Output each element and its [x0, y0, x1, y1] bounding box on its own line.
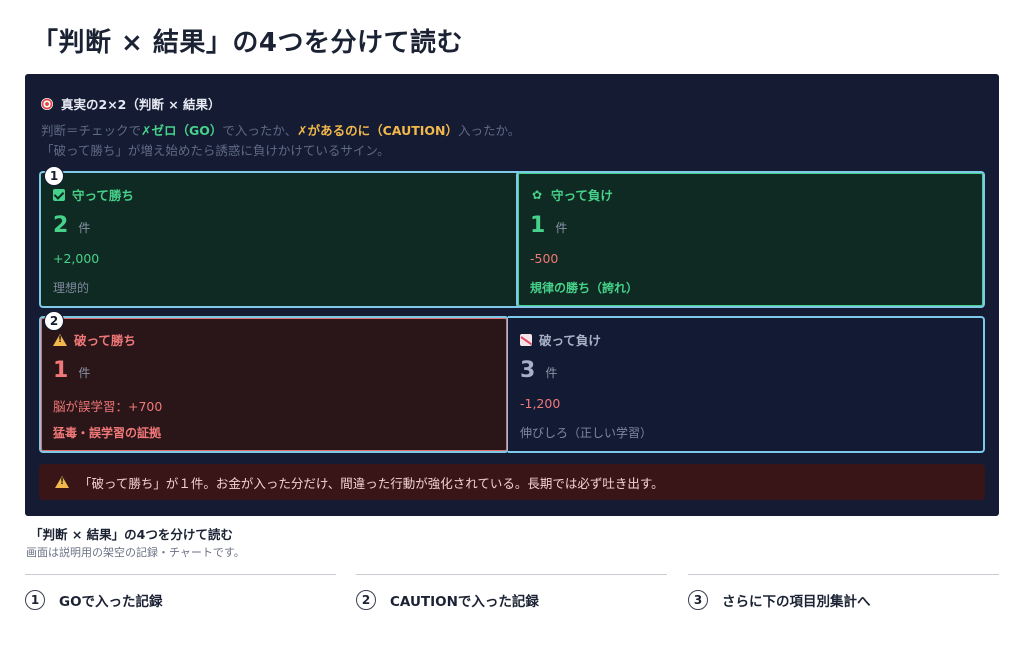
step-2: 2 CAUTIONで入った記録 — [356, 574, 667, 622]
cell-break-win-amount: 脳が誤学習：+700 — [53, 399, 163, 414]
cell-break-lose-count-unit: 件 — [545, 366, 558, 380]
step-2-label: CAUTIONで入った記録 — [390, 593, 539, 610]
target-icon — [41, 97, 53, 110]
cell-break-win-count-unit: 件 — [78, 366, 91, 380]
caption-title: 「判断 × 結果」の4つを分けて読む — [30, 527, 233, 542]
alert-bar: 「破って勝ち」が１件。お金が入った分だけ、間違った行動が強化されている。長期では… — [39, 464, 985, 500]
cell-keep-win-amount: +2,000 — [53, 251, 100, 266]
cell-break-lose-title-text: 破って負け — [539, 333, 601, 348]
cell-keep-lose-amount: -500 — [530, 251, 559, 266]
alert-text: 「破って勝ち」が１件。お金が入った分だけ、間違った行動が強化されている。長期では… — [79, 475, 664, 491]
desc-caution-highlight: ✗があるのに（CAUTION） — [297, 123, 459, 138]
check-icon — [53, 188, 65, 201]
cell-break-win-note: 猛毒・誤学習の証拠 — [53, 426, 162, 440]
cell-keep-win[interactable]: 守って勝ち 2 件 +2,000 理想的 — [39, 171, 519, 308]
cell-keep-win-count: 2 件 — [53, 213, 90, 238]
step-3: 3 さらに下の項目別集計へ — [688, 574, 999, 622]
panel-heading-text: 真実の2×2（判断 × 結果） — [61, 97, 221, 112]
cell-break-lose[interactable]: 破って負け 3 件 -1,200 伸びしろ（正しい学習） — [508, 316, 985, 453]
desc-go-highlight: ✗ゼロ（GO） — [141, 123, 223, 138]
cell-keep-lose-count-number: 1 — [530, 213, 546, 238]
cell-break-win[interactable]: 破って勝ち 1 件 脳が誤学習：+700 猛毒・誤学習の証拠 — [39, 316, 509, 453]
cell-keep-lose-note: 規律の勝ち（誇れ） — [530, 281, 639, 295]
cell-keep-lose[interactable]: ✿ 守って負け 1 件 -500 規律の勝ち（誇れ） — [516, 171, 985, 308]
cell-keep-win-title-text: 守って勝ち — [72, 188, 134, 203]
chart-down-icon — [520, 333, 532, 346]
cell-keep-win-note: 理想的 — [53, 281, 90, 295]
panel-description-line2: 「破って勝ち」が増え始めたら誘惑に負けかけているサイン。 — [41, 143, 390, 158]
cell-break-win-title: 破って勝ち — [53, 330, 136, 349]
callout-badge-1: 1 — [44, 166, 64, 186]
desc-pre: 判断＝チェックで — [41, 123, 142, 138]
step-1-label: GOで入った記録 — [59, 593, 163, 610]
cell-keep-win-title: 守って勝ち — [53, 185, 134, 204]
cell-break-win-title-text: 破って勝ち — [74, 333, 136, 348]
desc-mid: で入ったか、 — [222, 123, 298, 138]
step-2-number: 2 — [356, 589, 376, 610]
step-1: 1 GOで入った記録 — [25, 574, 336, 622]
callout-badge-2: 2 — [44, 311, 64, 331]
cell-break-win-count-number: 1 — [53, 358, 69, 383]
desc-post: 入ったか。 — [458, 123, 521, 138]
panel-heading: 真実の2×2（判断 × 結果） — [41, 94, 221, 113]
cell-keep-lose-title-text: 守って負け — [551, 188, 613, 203]
sprout-icon: ✿ — [531, 187, 543, 202]
cell-keep-win-count-number: 2 — [53, 213, 69, 238]
alert-warning-icon — [55, 476, 69, 488]
cell-break-win-count: 1 件 — [53, 358, 90, 383]
cell-keep-lose-count: 1 件 — [530, 213, 567, 238]
step-3-label: さらに下の項目別集計へ — [722, 593, 871, 610]
warning-icon — [53, 333, 67, 346]
cell-break-lose-count-number: 3 — [520, 358, 536, 383]
cell-keep-lose-title: ✿ 守って負け — [530, 185, 613, 204]
cell-break-lose-count: 3 件 — [520, 358, 557, 383]
step-1-number: 1 — [25, 589, 45, 610]
caption-subtitle: 画面は説明用の架空の記録・チャートです。 — [26, 546, 245, 559]
step-3-number: 3 — [688, 589, 708, 610]
cell-keep-win-count-unit: 件 — [78, 221, 91, 235]
cell-break-lose-title: 破って負け — [520, 330, 601, 349]
truth-matrix-panel: 真実の2×2（判断 × 結果） 判断＝チェックで✗ゼロ（GO）で入ったか、✗があ… — [25, 74, 999, 516]
page-title: 「判断 × 結果」の4つを分けて読む — [32, 28, 463, 58]
cell-break-lose-note: 伸びしろ（正しい学習） — [520, 426, 653, 440]
cell-break-lose-amount: -1,200 — [520, 396, 561, 411]
cell-keep-lose-count-unit: 件 — [555, 221, 568, 235]
panel-description-line1: 判断＝チェックで✗ゼロ（GO）で入ったか、✗があるのに（CAUTION）入ったか… — [41, 120, 520, 139]
